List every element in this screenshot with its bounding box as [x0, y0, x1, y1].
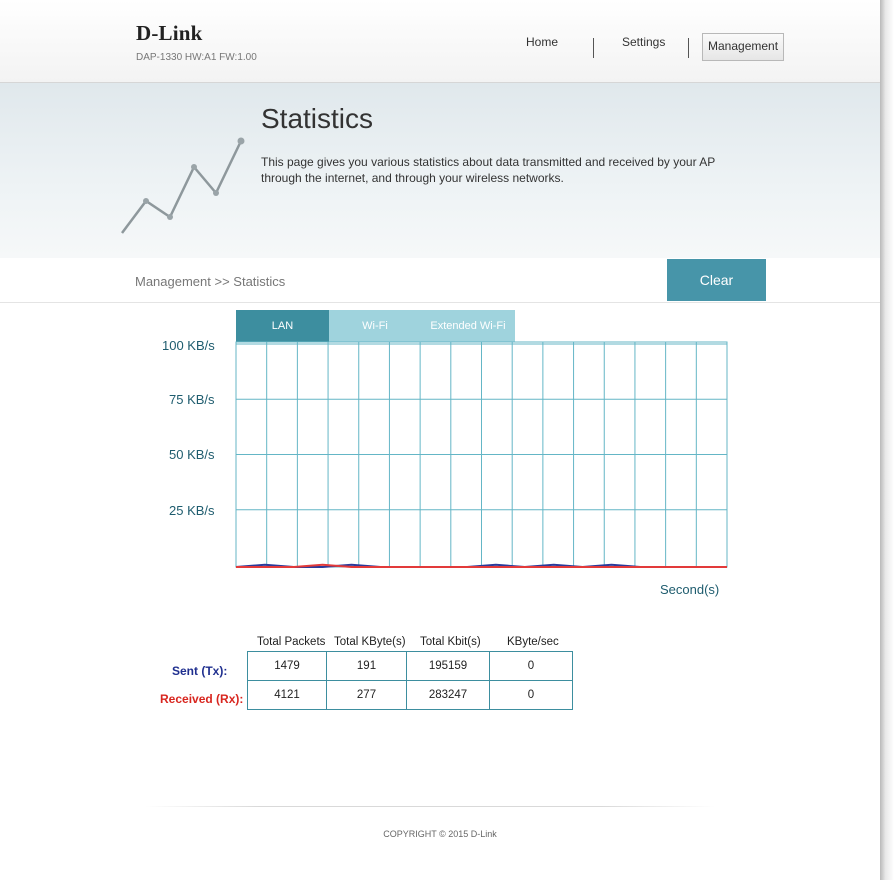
x-axis-label: Second(s) [660, 582, 720, 597]
table-cell: 4121 [247, 680, 327, 710]
table-cell: 0 [489, 651, 573, 681]
table-cell: 283247 [406, 680, 490, 710]
table-row: 1479 191 195159 0 [247, 651, 573, 681]
table-cell: 195159 [406, 651, 490, 681]
table-cell: 277 [326, 680, 407, 710]
column-header-total-kbits: Total Kbit(s) [420, 636, 481, 648]
table-cell: 1479 [247, 651, 327, 681]
statistics-table: 1479 191 195159 0 4121 277 283247 0 [247, 651, 573, 710]
page-frame: D-Link DAP-1330 HW:A1 FW:1.00 Home Setti… [0, 0, 880, 880]
column-header-kbyte-sec: KByte/sec [507, 636, 559, 648]
column-header-total-kbytes: Total KByte(s) [334, 636, 406, 648]
table-cell: 191 [326, 651, 407, 681]
traffic-chart [235, 341, 728, 569]
table-cell: 0 [489, 680, 573, 710]
window-edge [880, 0, 894, 880]
footer-divider [145, 806, 715, 807]
column-header-total-packets: Total Packets [257, 636, 326, 648]
sent-row-label: Sent (Tx): [172, 664, 228, 678]
received-row-label: Received (Rx): [160, 692, 244, 706]
copyright-text: COPYRIGHT © 2015 D-Link [383, 829, 497, 839]
table-row: 4121 277 283247 0 [247, 680, 573, 710]
